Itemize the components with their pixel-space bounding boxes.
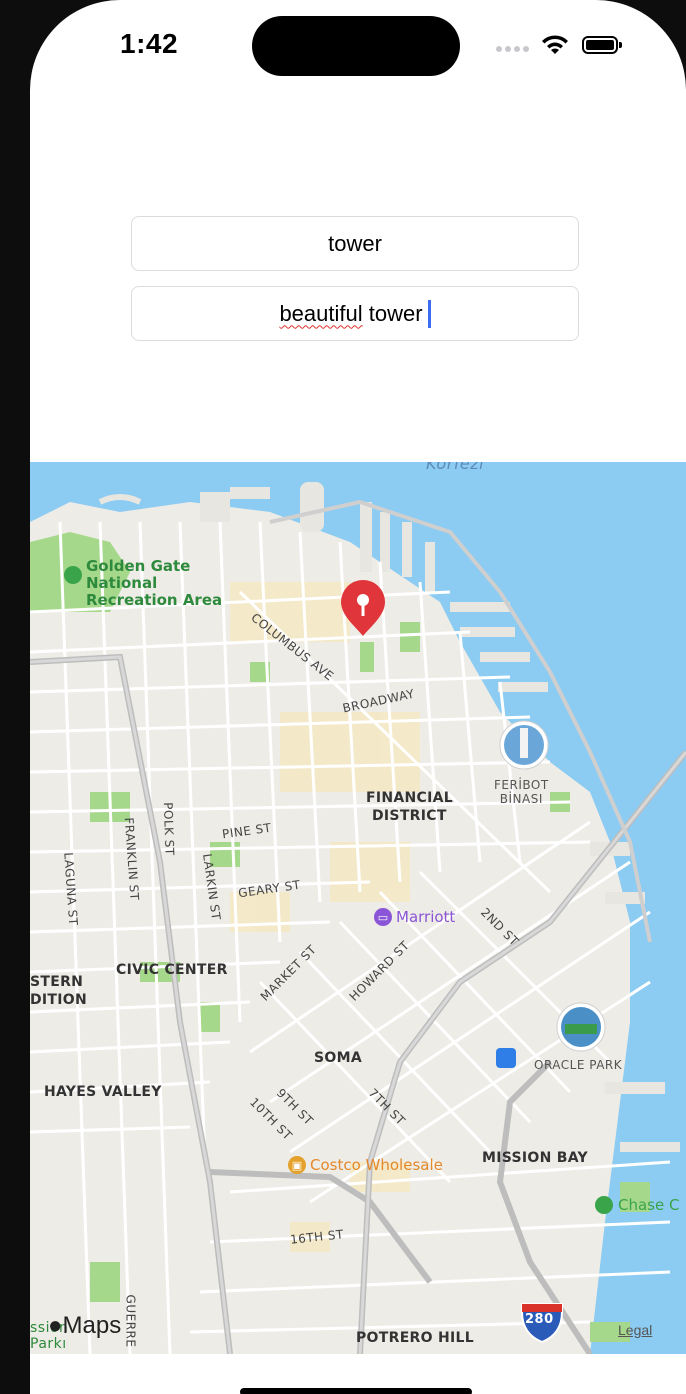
interstate-label: 280: [525, 1312, 554, 1327]
street-guerrero: GUERRE: [123, 1294, 138, 1348]
title-input[interactable]: tower: [131, 216, 579, 271]
bay-water-top: [30, 462, 686, 482]
water-label: Körfezi: [426, 462, 485, 473]
shopping-icon: ▣: [288, 1156, 306, 1174]
district-western-addition: STERN: [30, 974, 84, 990]
district-hayes-valley: HAYES VALLEY: [44, 1084, 162, 1100]
battery-icon: [582, 36, 622, 54]
poi-costco[interactable]: ▣ Costco Wholesale: [288, 1156, 443, 1174]
district-financial-2: DISTRICT: [372, 808, 447, 824]
district-soma: SOMA: [314, 1050, 362, 1066]
district-mission-bay: MISSION BAY: [482, 1150, 588, 1166]
apple-icon: ●: [48, 1312, 63, 1339]
map-pin-icon[interactable]: [338, 578, 388, 638]
map-view[interactable]: Golden Gate National Recreation Area Körfe…: [30, 462, 686, 1354]
street-polk: POLK ST: [160, 802, 177, 856]
district-civic-center: CIVIC CENTER: [116, 962, 228, 978]
district-western-addition-2: DITION: [30, 992, 88, 1008]
tree-icon: [64, 566, 82, 584]
hotel-icon: ▭: [374, 908, 392, 926]
cellular-signal-icon: [496, 46, 529, 52]
misspelled-word: beautiful: [279, 300, 363, 326]
subtitle-input[interactable]: beautiful tower: [131, 286, 579, 341]
poi-oracle-park[interactable]: ORACLE PARK: [534, 1058, 622, 1072]
screen: 1:42 tower beautiful tower Golden Gate N…: [30, 0, 686, 1394]
dynamic-island: [252, 16, 460, 76]
poi-ferry-building[interactable]: FERİBOT BİNASI: [494, 778, 549, 806]
district-financial: FINANCIAL: [366, 790, 453, 806]
home-indicator[interactable]: [240, 1388, 472, 1394]
wifi-icon: [542, 35, 568, 54]
status-time: 1:42: [120, 28, 179, 59]
legal-link[interactable]: Legal: [618, 1322, 652, 1338]
district-potrero-hill: POTRERO HILL: [356, 1330, 474, 1346]
text-caret: [427, 299, 431, 328]
poi-marriott[interactable]: ▭ Marriott: [374, 908, 455, 926]
maps-attribution-logo: ●Maps: [48, 1312, 122, 1339]
poi-chase[interactable]: Chase C: [596, 1196, 679, 1214]
park-label: Golden Gate National Recreation Area: [64, 558, 222, 609]
transit-station-icon: [496, 1048, 516, 1068]
